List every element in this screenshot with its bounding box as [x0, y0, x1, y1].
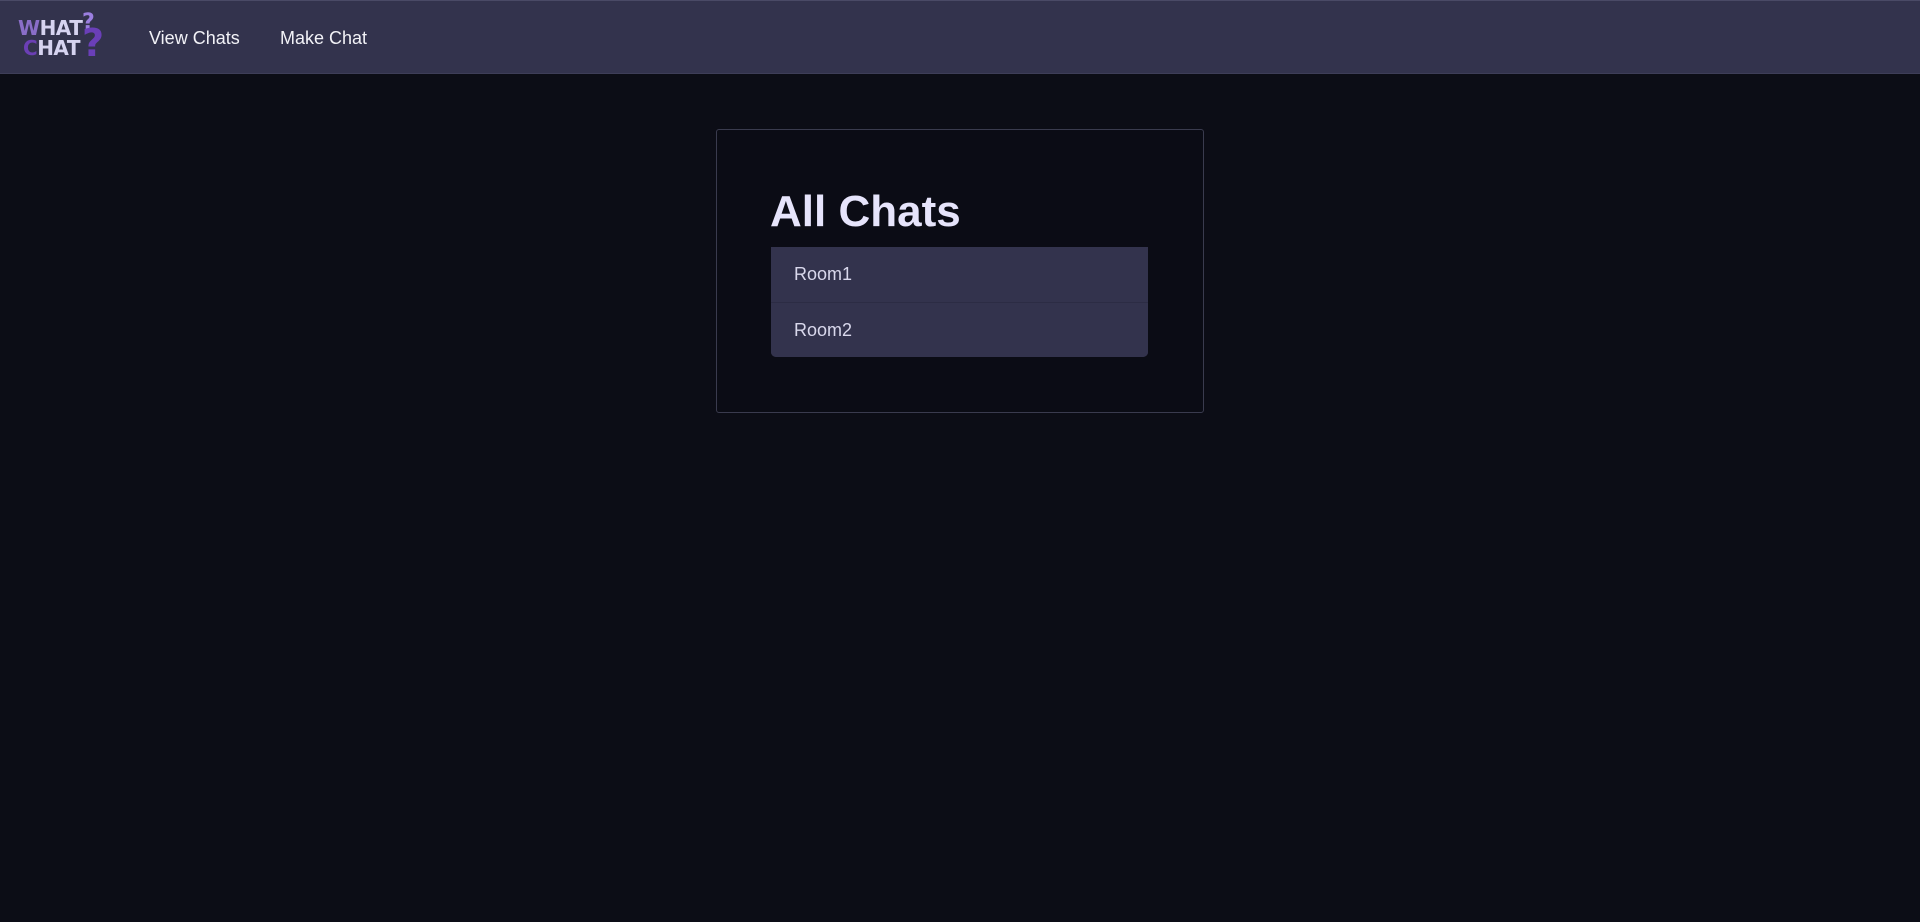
top-navbar: WHAT CHAT ? ? View Chats Make Chat	[0, 0, 1920, 74]
what-chat-logo[interactable]: WHAT CHAT ? ?	[18, 10, 110, 65]
logo-line-what: WHAT	[18, 18, 83, 38]
chats-card: All Chats Room1 Room2	[716, 129, 1204, 413]
nav-link-make-chat[interactable]: Make Chat	[280, 27, 367, 49]
logo-line-chat: CHAT	[23, 38, 80, 58]
page-title: All Chats	[770, 187, 961, 236]
logo-question-mark-large-icon: ?	[82, 21, 105, 65]
logo-letter-c: C	[23, 36, 38, 60]
logo-text-hat-2: HAT	[37, 36, 80, 60]
chat-list-item-room2[interactable]: Room2	[771, 302, 1148, 357]
chat-list: Room1 Room2	[771, 247, 1148, 357]
nav-link-view-chats[interactable]: View Chats	[149, 27, 240, 49]
chat-list-item-room1[interactable]: Room1	[771, 247, 1148, 302]
